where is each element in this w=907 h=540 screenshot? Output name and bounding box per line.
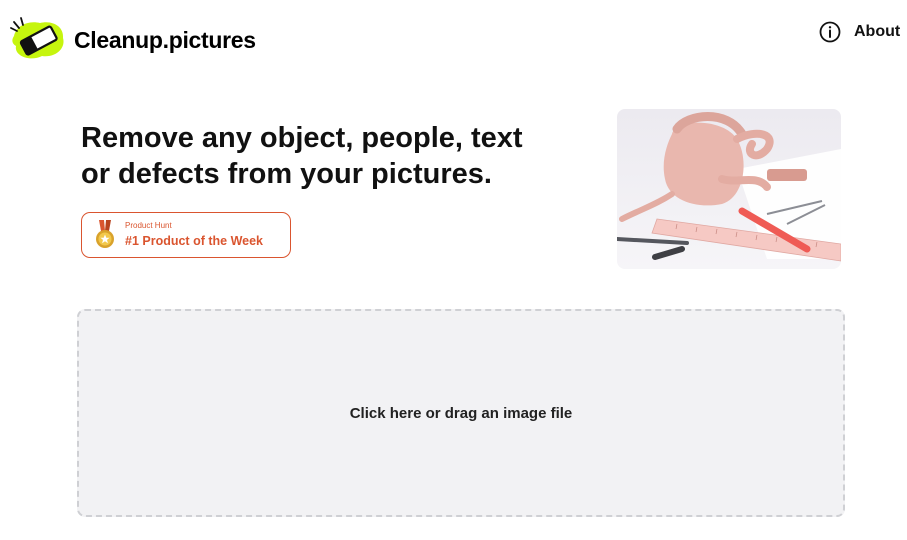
product-photo-illustration: [617, 109, 841, 269]
about-link[interactable]: About: [818, 20, 900, 44]
badge-main-label: #1 Product of the Week: [125, 234, 263, 248]
product-hunt-badge[interactable]: Product Hunt #1 Product of the Week: [81, 212, 291, 258]
hero-title: Remove any object, people, text or defec…: [81, 120, 601, 192]
dropzone-label: Click here or drag an image file: [349, 404, 573, 422]
medal-icon: [96, 220, 114, 248]
brand-logo-link[interactable]: Cleanup.pictures: [8, 14, 256, 66]
brand-name: Cleanup.pictures: [74, 26, 256, 53]
badge-text: Product Hunt #1 Product of the Week: [125, 221, 263, 249]
hero-title-line-1: Remove any object, people, text: [81, 122, 523, 154]
badge-small-label: Product Hunt: [125, 221, 172, 230]
image-dropzone[interactable]: Click here or drag an image file: [77, 309, 845, 517]
info-circle-icon: [819, 21, 841, 43]
about-label: About: [854, 23, 901, 40]
hero-title-line-2: or defects from your pictures.: [81, 158, 492, 190]
eraser-logo-icon: [10, 17, 64, 59]
page: Cleanup.pictures About Remove any object…: [0, 0, 907, 540]
